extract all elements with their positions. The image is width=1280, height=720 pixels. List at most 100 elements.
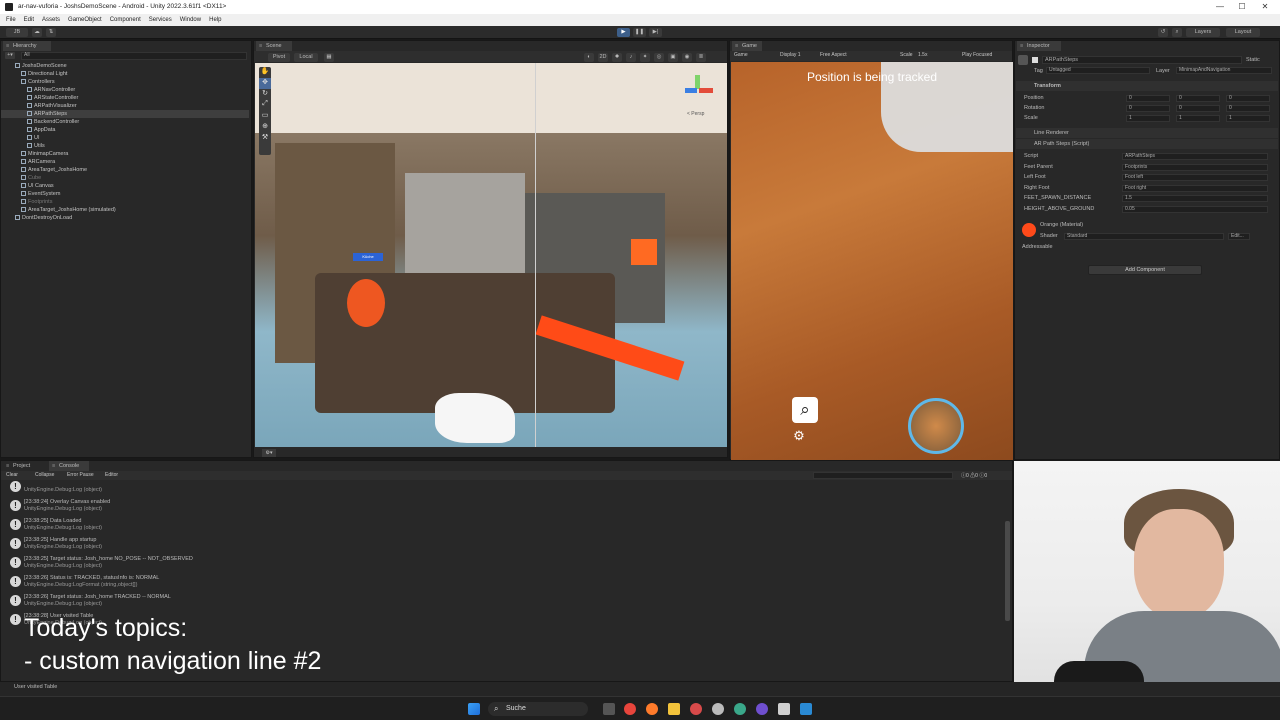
scene-viewport[interactable]: Küche ✋ ✥ ↻ ⤢ ▭ ⊕ ⚒ < Persp [255, 63, 727, 447]
persp-label[interactable]: < Persp [687, 111, 704, 117]
search-button[interactable]: ⌕ [792, 397, 818, 423]
menu-gameobject[interactable]: GameObject [68, 14, 102, 26]
hierarchy-item[interactable]: BackendController [1, 118, 249, 126]
add-button[interactable]: +▾ [5, 52, 15, 59]
hierarchy-item[interactable]: AppData [1, 126, 249, 134]
script-field-value[interactable]: Foot right [1122, 184, 1268, 192]
console-log-entry[interactable]: ! UnityEngine.Debug:Log (object) [8, 478, 998, 497]
explorer-icon[interactable] [668, 703, 680, 715]
menu-assets[interactable]: Assets [42, 14, 60, 26]
script-field-value[interactable]: Footprints [1122, 163, 1268, 171]
play-focused-dropdown[interactable]: Play Focused [962, 52, 992, 58]
close-button[interactable]: ✕ [1253, 0, 1277, 14]
transform-y-field[interactable]: 0 [1176, 105, 1220, 112]
layout-dropdown[interactable]: Layout [1226, 28, 1260, 37]
menu-services[interactable]: Services [149, 14, 172, 26]
vscode-icon[interactable] [800, 703, 812, 715]
orientation-gizmo[interactable] [683, 75, 713, 105]
hierarchy-item[interactable]: EventSystem [1, 190, 249, 198]
menu-edit[interactable]: Edit [24, 14, 34, 26]
play-button[interactable]: ▶ [617, 28, 630, 37]
move-tool-icon[interactable]: ✥ [259, 78, 271, 89]
rotate-tool-icon[interactable]: ↻ [259, 89, 271, 100]
hierarchy-item[interactable]: Utils [1, 142, 249, 150]
taskbar-search[interactable]: ⌕ Suche [488, 702, 588, 716]
unity-hub-icon[interactable] [712, 703, 724, 715]
transform-y-field[interactable]: 0 [1176, 95, 1220, 102]
task-view-icon[interactable] [603, 703, 615, 715]
hierarchy-item[interactable]: Footprints [1, 198, 249, 206]
grid-snap-icon[interactable]: ▦ [324, 53, 334, 62]
firefox-icon[interactable] [646, 703, 658, 715]
pivot-dropdown[interactable]: Pivot [268, 53, 290, 62]
collab-icon[interactable]: ⇅ [46, 28, 56, 37]
game-viewport[interactable]: Position is being tracked ⌕ ⚙ [731, 62, 1013, 460]
menu-window[interactable]: Window [180, 14, 201, 26]
tab-inspector[interactable]: Inspector [1017, 41, 1061, 51]
chrome-icon[interactable] [624, 703, 636, 715]
local-dropdown[interactable]: Local [294, 53, 318, 62]
add-component-button[interactable]: Add Component [1088, 265, 1202, 275]
transform-z-field[interactable]: 0 [1226, 95, 1270, 102]
aspect-dropdown[interactable]: Free Aspect [820, 52, 847, 58]
transform-z-field[interactable]: 1 [1226, 115, 1270, 122]
hierarchy-item[interactable]: ARCamera [1, 158, 249, 166]
step-button[interactable]: ▶| [649, 28, 662, 37]
cloud-icon[interactable]: ☁ [32, 28, 42, 37]
tab-scene[interactable]: Scene [256, 41, 292, 51]
camera-icon[interactable]: ▣ [668, 53, 678, 62]
settings-gear-icon[interactable]: ⚙ [792, 429, 806, 443]
addressable-toggle[interactable]: Addressable [1022, 242, 1053, 252]
hierarchy-search-input[interactable]: All [21, 52, 247, 60]
console-scrollbar[interactable] [1005, 521, 1010, 621]
rect-tool-icon[interactable]: ▭ [259, 111, 271, 122]
console-log-entry[interactable]: ! [23:38:24] Overlay Canvas enabled UnityE… [8, 497, 998, 516]
display-dropdown[interactable]: Display 1 [780, 52, 801, 58]
tab-hierarchy[interactable]: Hierarchy [3, 41, 51, 51]
game-dropdown[interactable]: Game [734, 52, 748, 58]
hierarchy-item[interactable]: ARNavController [1, 86, 249, 94]
path-marker-sphere[interactable] [347, 279, 385, 327]
script-field-value[interactable]: 0.05 [1122, 205, 1268, 213]
transform-x-field[interactable]: 0 [1126, 95, 1170, 102]
audio-icon[interactable]: ♪ [626, 53, 636, 62]
hierarchy-item[interactable]: Directional Light [1, 70, 249, 78]
hierarchy-item[interactable]: UI [1, 134, 249, 142]
minimap-button[interactable] [908, 398, 964, 454]
pause-button[interactable]: ❚❚ [633, 28, 646, 37]
console-log-entry[interactable]: ! [23:38:25] Handle app startup UnityEngin… [8, 535, 998, 554]
hierarchy-item[interactable]: JoshsDemoScene [1, 62, 249, 70]
menu-file[interactable]: File [6, 14, 16, 26]
console-log-entry[interactable]: ! [23:38:26] Status is: TRACKED, statusIn… [8, 573, 998, 592]
draw-mode-icon[interactable]: ◐ [584, 53, 594, 62]
hierarchy-item[interactable]: Controllers [1, 78, 249, 86]
menu-component[interactable]: Component [110, 14, 141, 26]
effects-icon[interactable]: ✦ [640, 53, 650, 62]
history-icon[interactable]: ↺ [1158, 28, 1168, 37]
hierarchy-item[interactable]: ARPathVisualizer [1, 102, 249, 110]
layers-icon[interactable]: ≣ [696, 53, 706, 62]
tab-console[interactable]: Console [49, 461, 89, 471]
hierarchy-item[interactable]: DontDestroyOnLoad [1, 214, 249, 222]
minimize-button[interactable]: — [1208, 0, 1232, 14]
hierarchy-item[interactable]: AreaTarget_JoshsHome [1, 166, 249, 174]
menu-help[interactable]: Help [209, 14, 221, 26]
transform-y-field[interactable]: 1 [1176, 115, 1220, 122]
layers-dropdown[interactable]: Layers [1186, 28, 1220, 37]
transform-tool-icon[interactable]: ⊕ [259, 122, 271, 133]
console-log-entry[interactable]: ! [23:38:25] Target status: Josh_home NO_… [8, 554, 998, 573]
static-toggle[interactable]: Static [1246, 55, 1260, 65]
transform-x-field[interactable]: 0 [1126, 105, 1170, 112]
gizmos-icon[interactable]: ◎ [654, 53, 664, 62]
hierarchy-item[interactable]: MinimapCamera [1, 150, 249, 158]
unity-editor-icon[interactable] [778, 703, 790, 715]
script-field-value[interactable]: ARPathSteps [1122, 153, 1268, 160]
hierarchy-item[interactable]: ARStateController [1, 94, 249, 102]
layer-dropdown[interactable]: MinimapAndNavigation [1176, 67, 1272, 74]
scale-tool-icon[interactable]: ⤢ [259, 100, 271, 111]
active-checkbox[interactable] [1032, 57, 1038, 63]
script-field-value[interactable]: 1.5 [1122, 195, 1268, 202]
scene-options-icon[interactable]: ⚙▾ [262, 449, 276, 457]
lighting-icon[interactable]: ✹ [612, 53, 622, 62]
script-field-value[interactable]: Foot left [1122, 174, 1268, 181]
